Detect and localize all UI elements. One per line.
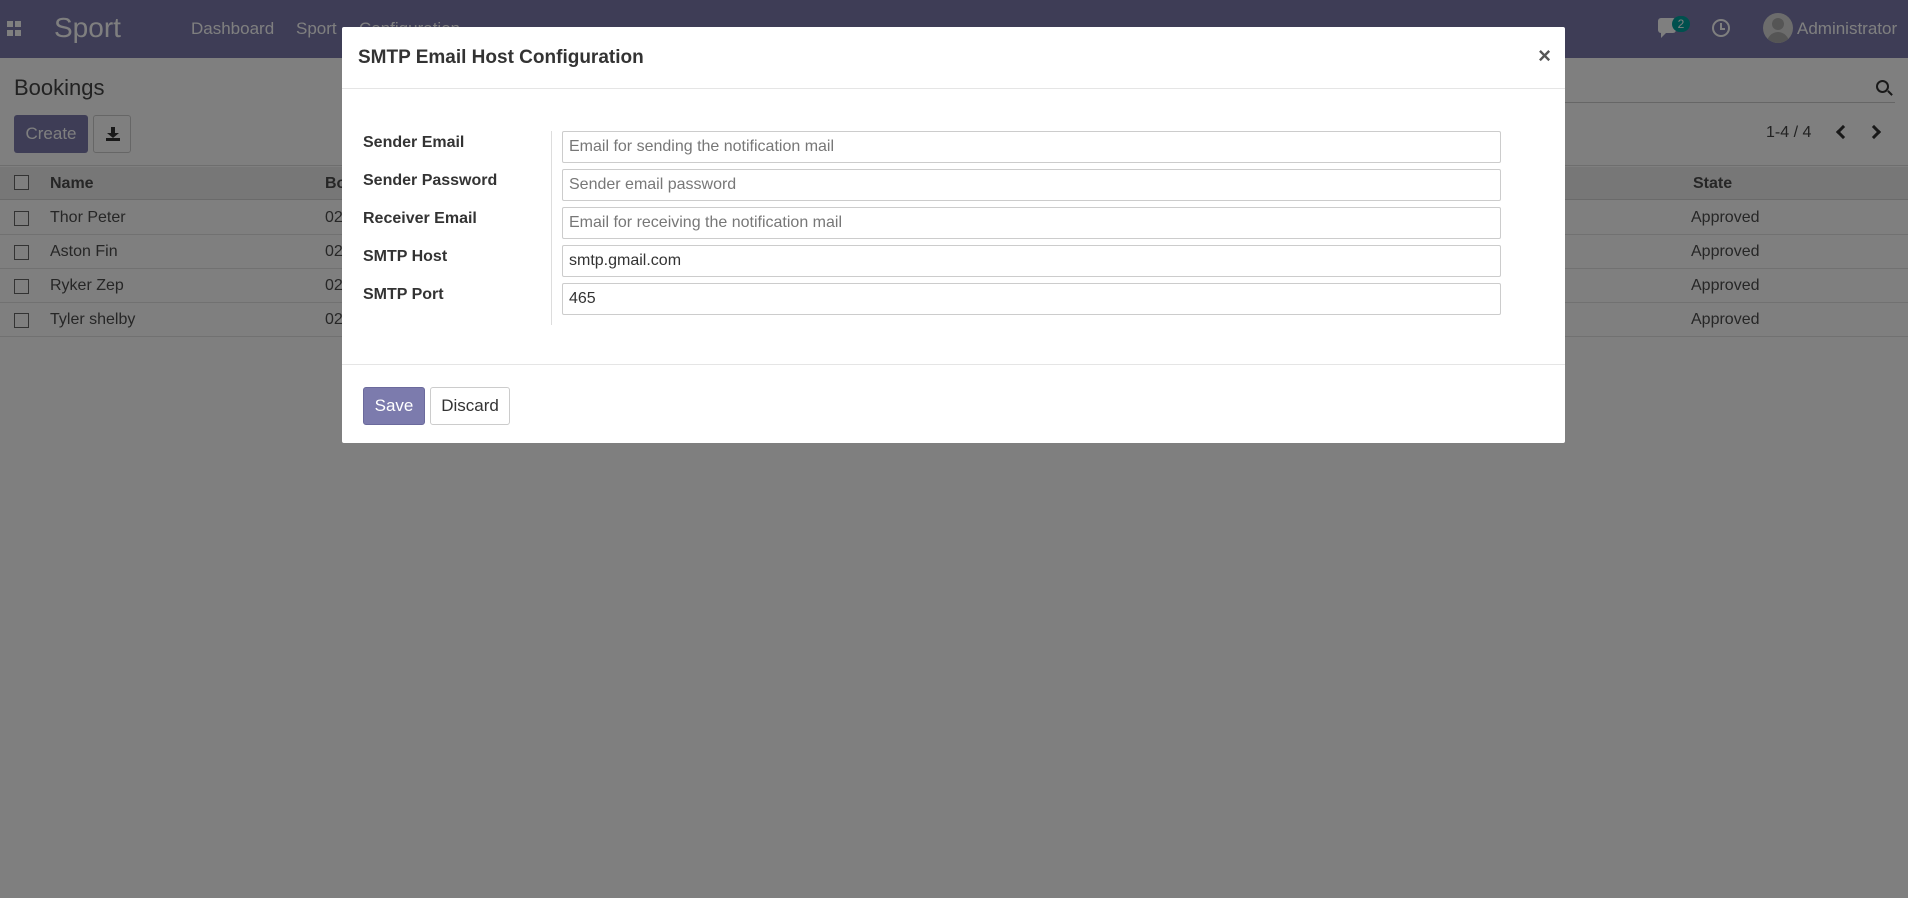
sender-email-label: Sender Email [363, 134, 465, 151]
form-divider [551, 131, 552, 325]
smtp-port-label: SMTP Port [363, 286, 444, 303]
save-button[interactable]: Save [363, 387, 425, 425]
smtp-port-field[interactable] [562, 283, 1501, 315]
smtp-host-label: SMTP Host [363, 248, 448, 265]
sender-email-field[interactable] [562, 131, 1501, 163]
sender-password-field[interactable] [562, 169, 1501, 201]
smtp-config-dialog: SMTP Email Host Configuration × Sender E… [342, 27, 1565, 443]
receiver-email-field[interactable] [562, 207, 1501, 239]
dialog-header: SMTP Email Host Configuration × [342, 27, 1565, 89]
receiver-email-label: Receiver Email [363, 210, 477, 227]
close-icon[interactable]: × [1538, 43, 1551, 69]
discard-button[interactable]: Discard [430, 387, 510, 425]
sender-password-label: Sender Password [363, 172, 498, 189]
smtp-host-field[interactable] [562, 245, 1501, 277]
dialog-footer: Save Discard [342, 364, 1565, 443]
dialog-title: SMTP Email Host Configuration [358, 47, 644, 68]
